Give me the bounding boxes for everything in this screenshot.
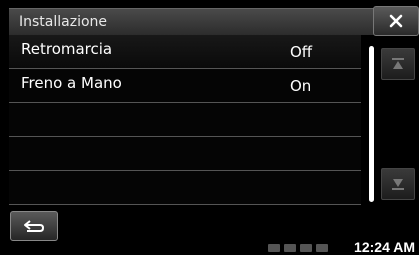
source-icon [268,244,280,252]
battery-icon [300,244,312,252]
scroll-up-button[interactable] [381,48,415,80]
close-icon [389,14,403,28]
return-arrow-icon [24,220,45,232]
list-item-label: Retromarcia [21,40,113,58]
installation-screen: Installazione Retromarcia Off Freno a Ma… [0,0,419,255]
list-item-empty [9,103,361,137]
close-button[interactable] [373,6,419,36]
back-button[interactable] [10,211,58,241]
clock: 12:24 AM [354,239,415,255]
list-item-value: Off [290,43,313,61]
list-item-freno-a-mano[interactable]: Freno a Mano On [9,69,361,103]
scrollbar[interactable] [369,46,374,202]
status-icons [268,244,328,252]
list-item-empty [9,171,361,205]
list-item-retromarcia[interactable]: Retromarcia Off [9,35,361,69]
list-item-value: On [290,77,312,95]
list-item-label: Freno a Mano [21,74,122,92]
list-item-empty [9,137,361,171]
triangle-up-icon [392,58,404,69]
scroll-down-button[interactable] [381,168,415,200]
title-bar: Installazione [9,8,375,35]
triangle-down-icon [392,179,404,190]
signal-icon [316,244,328,252]
page-title: Installazione [19,14,108,30]
status-bar: 12:24 AM [0,239,419,255]
settings-list: Retromarcia Off Freno a Mano On [9,35,361,205]
bluetooth-icon [284,244,296,252]
